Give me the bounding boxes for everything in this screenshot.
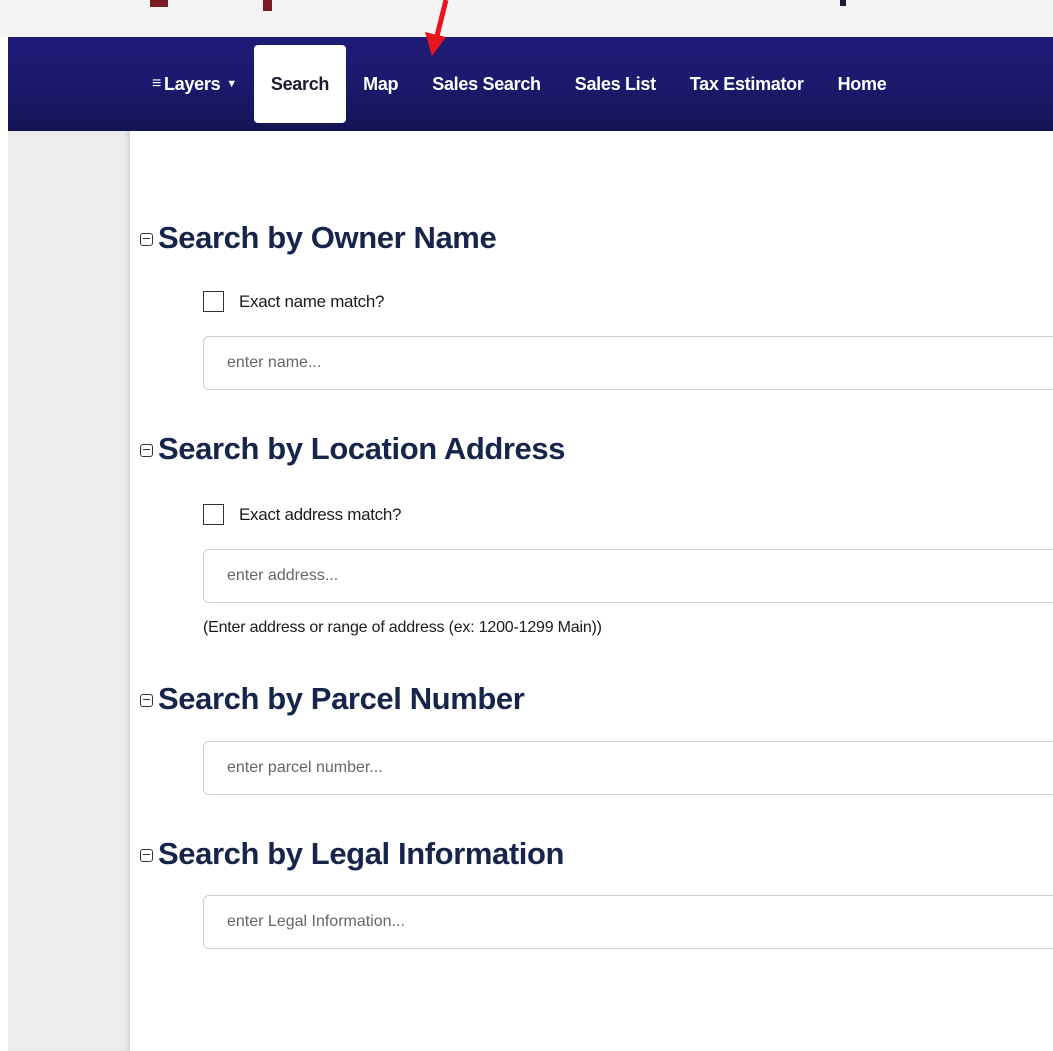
exact-address-match-row[interactable]: Exact address match? <box>203 504 402 525</box>
nav-search[interactable]: Search <box>253 45 347 123</box>
layers-label: Layers <box>164 73 221 94</box>
address-section-title: Search by Location Address <box>158 431 566 466</box>
nav-map[interactable]: Map <box>346 45 415 123</box>
logo-fragment <box>263 0 272 11</box>
nav-sales-search[interactable]: Sales Search <box>415 45 557 123</box>
caret-down-icon: ▼ <box>226 78 237 90</box>
exact-address-label: Exact address match? <box>239 504 402 524</box>
exact-name-label: Exact name match? <box>239 291 385 311</box>
exact-address-checkbox[interactable] <box>203 504 224 525</box>
collapse-icon[interactable] <box>140 443 153 457</box>
nav-sales-list[interactable]: Sales List <box>558 45 673 123</box>
parcel-section-title: Search by Parcel Number <box>158 681 525 716</box>
legal-information-input[interactable] <box>203 895 1053 949</box>
legal-section-header[interactable]: Search by Legal Information <box>140 836 564 872</box>
layers-dropdown[interactable]: ≡ Layers ▼ <box>135 45 254 123</box>
owner-section-header[interactable]: Search by Owner Name <box>140 220 497 256</box>
exact-name-checkbox[interactable] <box>203 291 224 312</box>
main-navbar: ≡ Layers ▼ Search Map Sales Search Sales… <box>8 37 1053 131</box>
logo-fragment <box>840 0 846 6</box>
address-helper-text: (Enter address or range of address (ex: … <box>203 619 602 636</box>
search-panel: Search by Owner Name Exact name match? S… <box>130 131 1053 1051</box>
parcel-number-input[interactable] <box>203 741 1053 795</box>
address-section-header[interactable]: Search by Location Address <box>140 431 565 467</box>
left-panel <box>8 131 130 1051</box>
parcel-section-header[interactable]: Search by Parcel Number <box>140 681 525 717</box>
collapse-icon[interactable] <box>140 693 153 707</box>
legal-section-title: Search by Legal Information <box>158 836 565 871</box>
owner-name-input[interactable] <box>203 336 1053 390</box>
logo-fragment <box>150 0 168 7</box>
nav-home[interactable]: Home <box>821 45 904 123</box>
address-input[interactable] <box>203 549 1053 603</box>
layers-icon: ≡ <box>152 75 162 92</box>
owner-section-title: Search by Owner Name <box>158 220 497 255</box>
nav-tax-estimator[interactable]: Tax Estimator <box>673 45 821 123</box>
exact-name-match-row[interactable]: Exact name match? <box>203 291 384 312</box>
collapse-icon[interactable] <box>140 232 153 246</box>
site-header <box>0 0 1053 37</box>
collapse-icon[interactable] <box>140 848 153 862</box>
